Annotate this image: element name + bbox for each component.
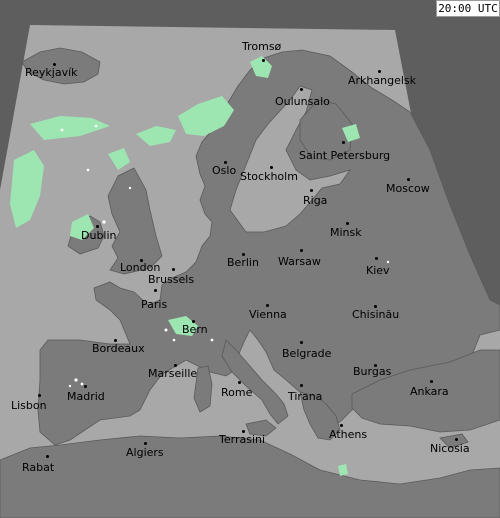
city-dot: [300, 249, 303, 252]
city-dot: [38, 394, 41, 397]
city-label-rabat: Rabat: [22, 461, 55, 474]
city-label-terrasini: Terrasini: [219, 433, 266, 446]
city-label-tromso: Tromsø: [242, 40, 282, 53]
city-label-algiers: Algiers: [126, 446, 164, 459]
time-label: 20:00 UTC: [436, 0, 500, 17]
city-dot: [46, 455, 49, 458]
city-dot: [300, 384, 303, 387]
city-label-paris: Paris: [141, 298, 168, 311]
city-dot: [84, 385, 87, 388]
city-label-brussels: Brussels: [148, 273, 195, 286]
city-label-bordeaux: Bordeaux: [92, 342, 145, 355]
weather-map: Tromsø Reykjavík Arkhangelsk Oulunsalo S…: [0, 0, 500, 518]
city-dot: [346, 222, 349, 225]
city-dot: [375, 257, 378, 260]
city-label-vienna: Vienna: [249, 308, 287, 321]
city-label-burgas: Burgas: [353, 365, 392, 378]
city-label-ankara: Ankara: [410, 385, 449, 398]
city-label-berlin: Berlin: [227, 256, 259, 269]
city-label-oslo: Oslo: [212, 164, 237, 177]
city-label-madrid: Madrid: [67, 390, 105, 403]
city-dot: [340, 424, 343, 427]
city-label-moscow: Moscow: [386, 182, 430, 195]
city-label-riga: Riga: [303, 194, 328, 207]
city-dot: [154, 289, 157, 292]
city-label-nicosia: Nicosia: [430, 442, 470, 455]
city-dot: [455, 438, 458, 441]
city-label-rome: Rome: [221, 386, 253, 399]
city-label-saint-petersburg: Saint Petersburg: [299, 149, 391, 162]
city-dot: [342, 141, 345, 144]
city-dot: [144, 442, 147, 445]
city-label-bern: Bern: [182, 323, 208, 336]
city-label-chisinau: Chisinău: [352, 308, 400, 321]
city-dot: [270, 166, 273, 169]
city-dot: [266, 304, 269, 307]
city-dot: [310, 189, 313, 192]
city-label-belgrade: Belgrade: [282, 347, 332, 360]
city-dot: [300, 88, 303, 91]
city-label-athens: Athens: [329, 428, 368, 441]
city-label-warsaw: Warsaw: [278, 255, 321, 268]
city-label-tirana: Tirana: [288, 390, 323, 403]
city-label-marseille: Marseille: [148, 367, 198, 380]
city-label-lisbon: Lisbon: [11, 399, 47, 412]
city-label-minsk: Minsk: [330, 226, 362, 239]
city-label-arkhangelsk: Arkhangelsk: [348, 74, 417, 87]
city-dot: [378, 70, 381, 73]
city-label-dublin: Dublin: [81, 229, 117, 242]
city-label-reykjavik: Reykjavík: [25, 66, 78, 79]
city-dot: [300, 341, 303, 344]
city-dot: [430, 380, 433, 383]
city-dot: [238, 381, 241, 384]
city-dot: [96, 225, 99, 228]
city-label-stockholm: Stockholm: [240, 170, 298, 183]
city-dot: [262, 59, 265, 62]
city-label-kiev: Kiev: [366, 264, 390, 277]
city-dot: [407, 178, 410, 181]
city-dot: [172, 268, 175, 271]
city-label-oulunsalo: Oulunsalo: [275, 95, 330, 108]
